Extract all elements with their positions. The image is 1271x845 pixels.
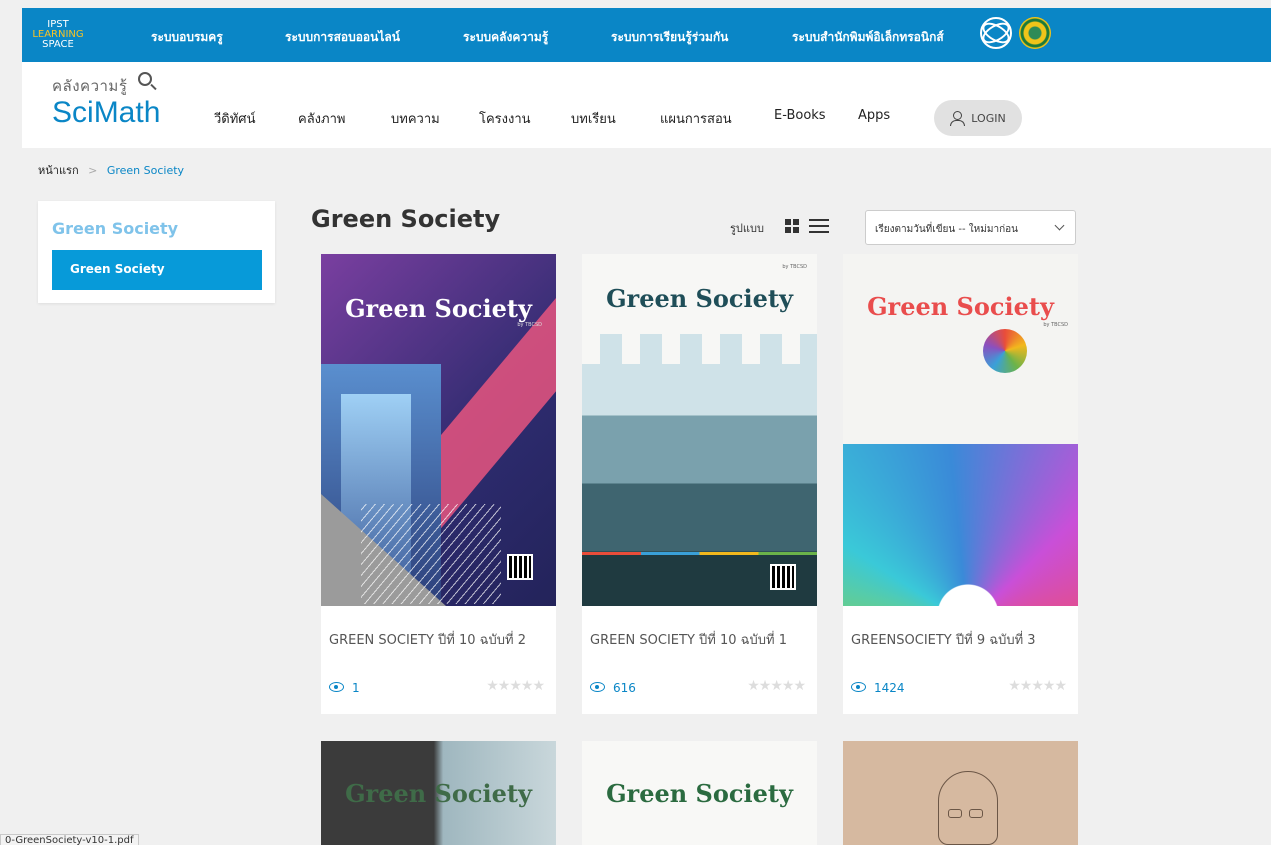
nav-lesson-plans[interactable]: แผนการสอน bbox=[660, 108, 732, 129]
cover-title: Green Society bbox=[345, 779, 532, 808]
top-bar: IPST LEARNING SPACE ระบบอบรมครู ระบบการส… bbox=[22, 8, 1271, 62]
sidebar-title[interactable]: Green Society bbox=[52, 219, 178, 238]
user-icon bbox=[950, 111, 966, 126]
eye-icon bbox=[590, 682, 605, 692]
nav-ebooks[interactable]: E-Books bbox=[774, 108, 826, 123]
breadcrumb-home[interactable]: หน้าแรก bbox=[38, 164, 79, 177]
ebook-cover[interactable]: Green Society by TBCSD bbox=[321, 254, 556, 606]
nav-apps[interactable]: Apps bbox=[858, 108, 890, 123]
breadcrumb-separator: > bbox=[88, 164, 98, 177]
browser-status-bar: 0-GreenSociety-v10-1.pdf bbox=[0, 834, 139, 845]
page-title: Green Society bbox=[311, 205, 501, 233]
rating-stars[interactable]: ★★★★★ bbox=[747, 678, 806, 694]
ebook-cover[interactable]: Green Society by TBCSD bbox=[843, 254, 1078, 606]
qr-code-icon bbox=[770, 564, 796, 590]
qr-code-icon bbox=[507, 554, 533, 580]
glasses-left bbox=[948, 809, 962, 818]
nav-articles[interactable]: บทความ bbox=[391, 108, 440, 129]
site-header: คลังความรู้ SciMath วีดิทัศน์ คลังภาพ บท… bbox=[22, 62, 1271, 148]
portrait-sketch bbox=[938, 771, 998, 845]
cover-title: Green Society bbox=[606, 284, 793, 313]
top-link-teacher-training[interactable]: ระบบอบรมครู bbox=[151, 28, 223, 47]
breadcrumb: หน้าแรก > Green Society bbox=[38, 161, 184, 179]
ebook-title[interactable]: GREENSOCIETY ปีที่ 9 ฉบับที่ 3 bbox=[851, 629, 1036, 650]
ebook-card[interactable]: Green Society by TBCSD GREENSOCIETY ปีที… bbox=[843, 254, 1078, 714]
view-count: 1424 bbox=[874, 681, 905, 695]
emblem-seal-icon[interactable] bbox=[1019, 17, 1051, 49]
nav-image-bank[interactable]: คลังภาพ bbox=[298, 108, 345, 129]
top-link-collaborative-learning[interactable]: ระบบการเรียนรู้ร่วมกัน bbox=[611, 28, 728, 47]
ebook-cover[interactable]: Green Society by TBCSD bbox=[582, 254, 817, 606]
top-link-online-exam[interactable]: ระบบการสอบออนไลน์ bbox=[285, 28, 400, 47]
eye-icon bbox=[851, 682, 866, 692]
cover-byline: by TBCSD bbox=[1043, 322, 1068, 328]
ebook-card[interactable] bbox=[843, 741, 1078, 845]
top-link-e-publishing[interactable]: ระบบสำนักพิมพ์อิเล็กทรอนิกส์ bbox=[792, 28, 944, 47]
rating-stars[interactable]: ★★★★★ bbox=[486, 678, 545, 694]
logo-line-3: SPACE bbox=[42, 39, 74, 50]
scimath-logo[interactable]: คลังความรู้ SciMath bbox=[52, 72, 160, 128]
ebook-cover[interactable] bbox=[843, 741, 1078, 845]
sort-selected-value: เรียงตามวันที่เขียน -- ใหม่มาก่อน bbox=[875, 224, 1018, 235]
eye-icon bbox=[329, 682, 344, 692]
breadcrumb-current[interactable]: Green Society bbox=[107, 164, 184, 177]
cover-byline: by TBCSD bbox=[517, 322, 542, 328]
chevron-down-icon bbox=[1054, 220, 1065, 231]
cover-byline: by TBCSD bbox=[782, 264, 807, 270]
ebook-card[interactable]: Green Society bbox=[321, 741, 556, 845]
glasses-right bbox=[969, 809, 983, 818]
ipst-learning-space-logo[interactable]: IPST LEARNING SPACE bbox=[22, 8, 94, 62]
login-button[interactable]: LOGIN bbox=[934, 100, 1022, 136]
nav-lessons[interactable]: บทเรียน bbox=[571, 108, 616, 129]
magnifier-icon bbox=[138, 72, 152, 86]
cover-title: Green Society bbox=[867, 292, 1054, 321]
ebook-card[interactable]: Green Society by TBCSD GREEN SOCIETY ปีท… bbox=[321, 254, 556, 714]
sidebar-item-green-society[interactable]: Green Society bbox=[52, 250, 262, 290]
cover-title: Green Society bbox=[345, 294, 532, 323]
grid-view-icon[interactable] bbox=[785, 219, 800, 234]
cover-title: Green Society bbox=[606, 779, 793, 808]
nav-video[interactable]: วีดิทัศน์ bbox=[214, 108, 255, 129]
view-mode-label: รูปแบบ bbox=[730, 222, 764, 235]
ebook-title[interactable]: GREEN SOCIETY ปีที่ 10 ฉบับที่ 2 bbox=[329, 629, 526, 650]
ebook-cover[interactable]: Green Society bbox=[321, 741, 556, 845]
sort-dropdown[interactable]: เรียงตามวันที่เขียน -- ใหม่มาก่อน bbox=[865, 210, 1076, 245]
ebook-title[interactable]: GREEN SOCIETY ปีที่ 10 ฉบับที่ 1 bbox=[590, 629, 787, 650]
ebook-cover[interactable]: Green Society bbox=[582, 741, 817, 845]
list-view-icon[interactable] bbox=[809, 218, 829, 234]
top-link-knowledge-bank[interactable]: ระบบคลังความรู้ bbox=[463, 28, 548, 47]
logo-sci: Sci bbox=[52, 96, 94, 129]
logo-math: Math bbox=[93, 96, 161, 129]
category-sidebar: Green Society Green Society bbox=[38, 201, 275, 303]
logo-scimath-text: SciMath bbox=[52, 98, 160, 128]
view-count: 616 bbox=[613, 681, 636, 695]
ebook-card[interactable]: Green Society bbox=[582, 741, 817, 845]
nav-projects[interactable]: โครงงาน bbox=[479, 108, 531, 129]
ebook-card[interactable]: Green Society by TBCSD GREEN SOCIETY ปีท… bbox=[582, 254, 817, 714]
rating-stars[interactable]: ★★★★★ bbox=[1008, 678, 1067, 694]
atom-seal-icon[interactable] bbox=[980, 17, 1012, 49]
view-count: 1 bbox=[352, 681, 360, 695]
login-label: LOGIN bbox=[971, 111, 1006, 125]
